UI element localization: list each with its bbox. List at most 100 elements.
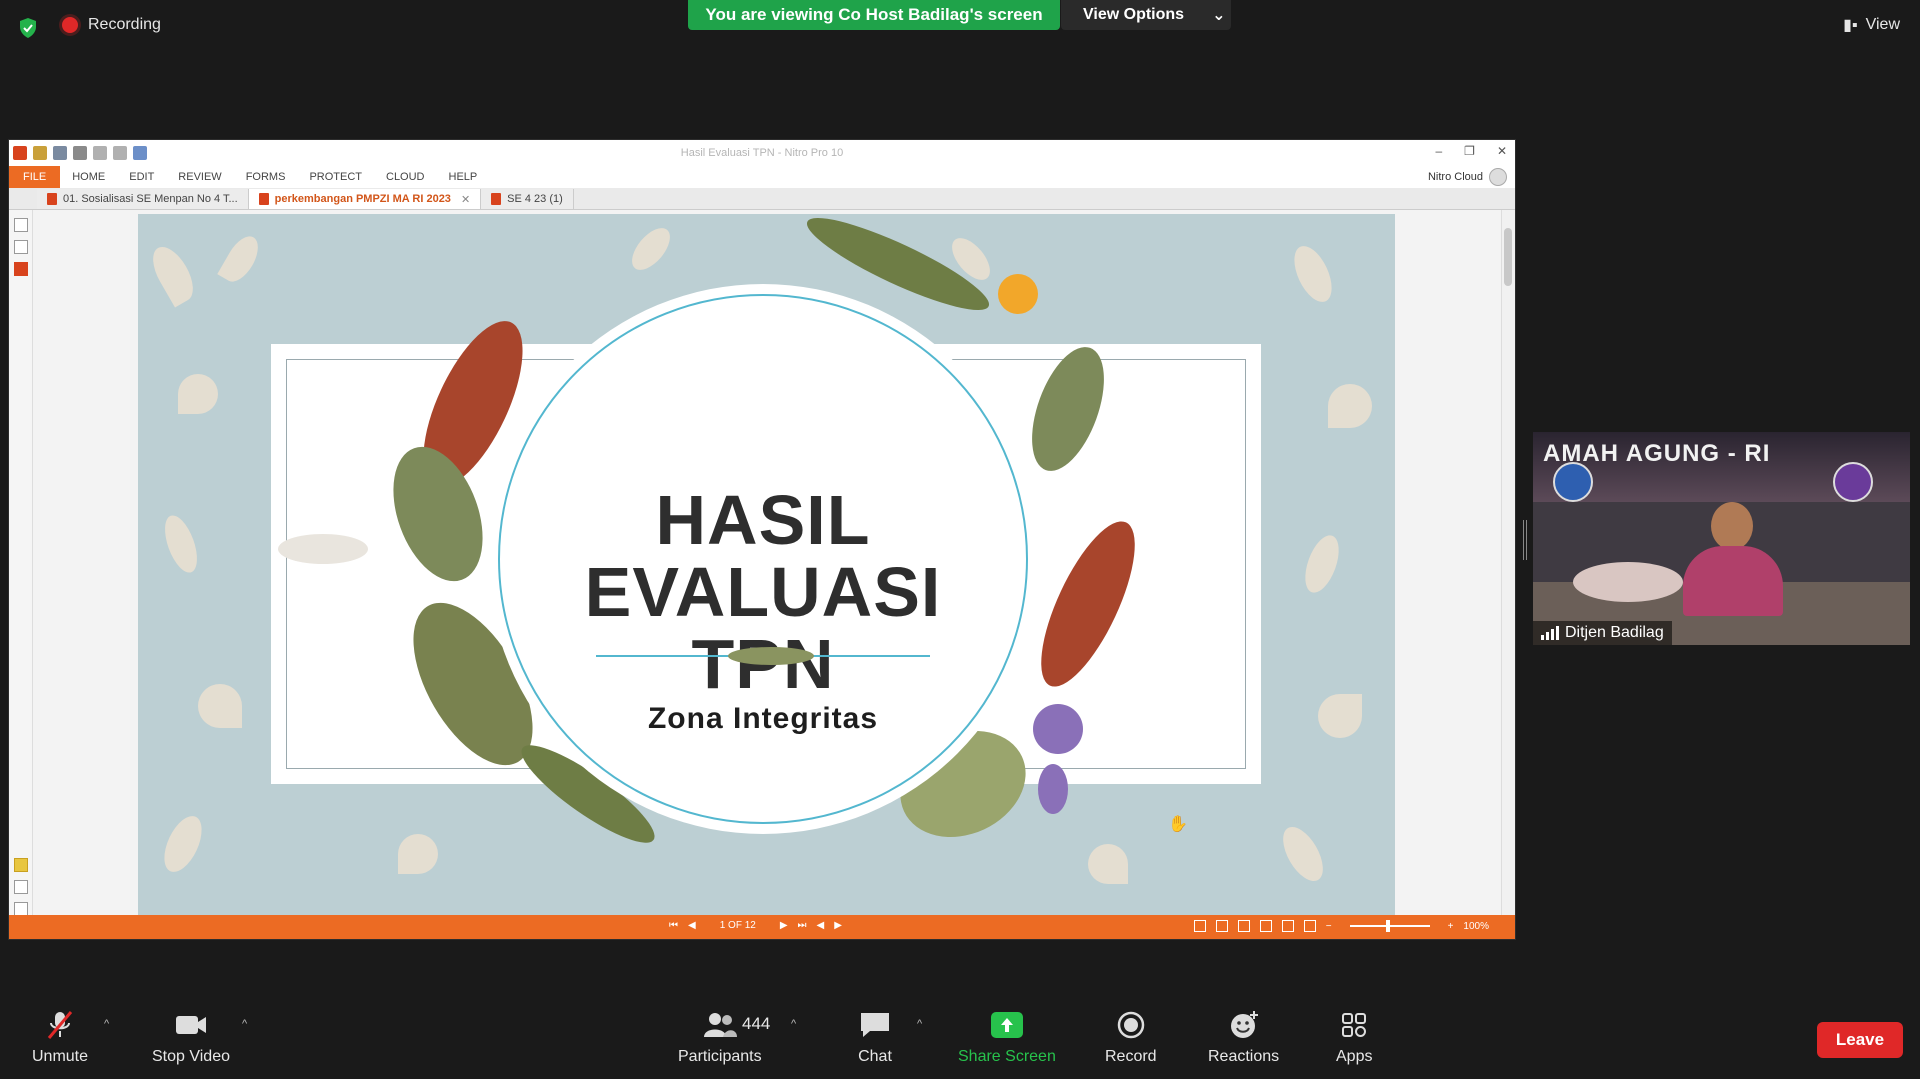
- zoom-out-icon[interactable]: −: [1326, 921, 1332, 932]
- previous-page-icon[interactable]: ◀: [688, 920, 696, 931]
- zoom-slider[interactable]: [1349, 920, 1430, 932]
- ribbon-tab-review[interactable]: REVIEW: [166, 166, 233, 188]
- zoom-in-icon[interactable]: +: [1448, 921, 1454, 932]
- background-leaf: [624, 221, 678, 277]
- background-leaf: [158, 511, 204, 577]
- background-paisley: [1318, 694, 1362, 738]
- doc-tab-label: perkembangan PMPZI MA RI 2023: [274, 193, 451, 205]
- fit-page-icon[interactable]: [1303, 920, 1316, 932]
- zoom-slider-knob[interactable]: [1385, 920, 1390, 932]
- orange-flower-decoration: [998, 274, 1038, 314]
- background-paisley: [178, 374, 218, 414]
- ribbon-tab-help[interactable]: HELP: [437, 166, 490, 188]
- signal-strength-icon: [1541, 626, 1559, 640]
- zoom-level[interactable]: 100%: [1463, 921, 1489, 932]
- participant-video-tile[interactable]: AMAH AGUNG - RI Ditjen Badilag: [1533, 432, 1910, 645]
- nitro-window-title: Hasil Evaluasi TPN - Nitro Pro 10: [680, 147, 844, 159]
- apps-label: Apps: [1336, 1048, 1373, 1065]
- speaker-person: [1683, 502, 1783, 616]
- unmute-button[interactable]: Unmute: [32, 1010, 88, 1066]
- page-indicator[interactable]: 1 OF 12: [720, 920, 756, 931]
- close-tab-icon[interactable]: ✕: [461, 193, 470, 206]
- fit-width-icon[interactable]: [1281, 920, 1294, 932]
- apps-grid-icon: [1342, 1013, 1367, 1037]
- output-panel-icon[interactable]: [14, 880, 28, 894]
- meeting-controls-toolbar: Unmute ^ Stop Video ^ Participants 444 ^…: [0, 1000, 1920, 1079]
- speaker-head: [1711, 502, 1753, 550]
- facing-view-icon[interactable]: [1237, 920, 1250, 932]
- audio-options-caret-icon[interactable]: ^: [104, 1018, 109, 1030]
- ribbon-tab-protect[interactable]: PROTECT: [297, 166, 374, 188]
- doc-tab-se-4-23[interactable]: SE 4 23 (1): [481, 189, 574, 209]
- quick-access-toolbar: [9, 146, 147, 160]
- single-page-view-icon[interactable]: [1193, 920, 1206, 932]
- doc-tab-perkembangan[interactable]: perkembangan PMPZI MA RI 2023 ✕: [248, 189, 482, 209]
- restore-icon[interactable]: ❐: [1464, 144, 1475, 158]
- leave-button[interactable]: Leave: [1817, 1022, 1903, 1058]
- ribbon-tab-edit[interactable]: EDIT: [117, 166, 166, 188]
- comments-panel-icon[interactable]: [14, 858, 28, 872]
- meeting-top-bar: Recording You are viewing Co Host Badila…: [0, 0, 1920, 56]
- participants-label: Participants: [678, 1048, 762, 1065]
- participant-name-label: Ditjen Badilag: [1533, 621, 1672, 645]
- undo-icon[interactable]: [93, 146, 107, 160]
- video-options-caret-icon[interactable]: ^: [242, 1018, 247, 1030]
- apps-button[interactable]: Apps: [1336, 1010, 1372, 1066]
- share-screen-button[interactable]: Share Screen: [958, 1010, 1056, 1066]
- save-icon[interactable]: [53, 146, 67, 160]
- panel-splitter-handle[interactable]: [1523, 520, 1527, 560]
- last-page-icon[interactable]: ⏭: [798, 920, 807, 931]
- ribbon-tab-home[interactable]: HOME: [60, 166, 117, 188]
- first-page-icon[interactable]: ⏮: [669, 920, 678, 931]
- purple-flower-decoration: [1033, 704, 1083, 754]
- nitro-cloud-account[interactable]: Nitro Cloud: [1428, 168, 1507, 186]
- vertical-scrollbar[interactable]: [1501, 210, 1515, 916]
- back-icon[interactable]: ◀: [817, 920, 825, 931]
- reactions-label: Reactions: [1208, 1048, 1280, 1065]
- background-paisley: [1328, 384, 1372, 428]
- open-folder-icon[interactable]: [33, 146, 47, 160]
- minimize-icon[interactable]: –: [1435, 144, 1442, 158]
- view-button[interactable]: ▮▪ View: [1843, 15, 1900, 35]
- nitro-cloud-label: Nitro Cloud: [1427, 171, 1483, 183]
- recording-indicator[interactable]: Recording: [62, 16, 161, 34]
- slide-title-line-2: EVALUASI TPN: [584, 553, 942, 700]
- record-button[interactable]: Record: [1105, 1010, 1157, 1066]
- participants-options-caret-icon[interactable]: ^: [791, 1018, 796, 1030]
- chevron-down-icon: ⌄: [1212, 7, 1226, 24]
- properties-panel-icon[interactable]: [14, 902, 28, 916]
- play-icon[interactable]: ▶: [780, 920, 788, 931]
- document-tabs: 01. Sosialisasi SE Menpan No 4 T... perk…: [9, 188, 1515, 210]
- close-icon[interactable]: ✕: [1497, 144, 1507, 158]
- attachments-panel-icon[interactable]: [14, 262, 28, 276]
- ribbon-tab-file[interactable]: FILE: [9, 166, 61, 188]
- chat-button[interactable]: Chat: [858, 1010, 892, 1066]
- speaker-body: [1683, 546, 1783, 616]
- background-leaf: [1275, 820, 1331, 888]
- forward-icon[interactable]: ▶: [834, 920, 842, 931]
- unmute-label: Unmute: [32, 1048, 89, 1065]
- view-options-button[interactable]: View Options ⌄: [1061, 0, 1231, 30]
- facing-continuous-view-icon[interactable]: [1259, 920, 1272, 932]
- nitro-title-bar: Hasil Evaluasi TPN - Nitro Pro 10 – ❐ ✕: [9, 140, 1515, 166]
- shield-check-icon[interactable]: [18, 17, 38, 39]
- pages-panel-icon[interactable]: [14, 218, 28, 232]
- white-flower-decoration: [278, 534, 368, 564]
- doc-tab-sosialisasi[interactable]: 01. Sosialisasi SE Menpan No 4 T...: [37, 189, 249, 209]
- pdf-file-icon: [47, 193, 57, 205]
- select-tool-icon[interactable]: [133, 146, 147, 160]
- purple-flower-decoration: [1038, 764, 1068, 814]
- record-label: Record: [1105, 1048, 1157, 1065]
- ribbon-tab-cloud[interactable]: CLOUD: [374, 166, 437, 188]
- hand-cursor-icon: ✋: [1168, 816, 1188, 833]
- continuous-view-icon[interactable]: [1215, 920, 1228, 932]
- chat-options-caret-icon[interactable]: ^: [917, 1018, 922, 1030]
- redo-icon[interactable]: [113, 146, 127, 160]
- window-controls: – ❐ ✕: [1435, 144, 1507, 158]
- bookmarks-panel-icon[interactable]: [14, 240, 28, 254]
- reactions-button[interactable]: Reactions: [1208, 1010, 1279, 1066]
- stop-video-button[interactable]: Stop Video: [152, 1010, 230, 1066]
- ribbon-tab-forms[interactable]: FORMS: [234, 166, 298, 188]
- print-icon[interactable]: [73, 146, 87, 160]
- scrollbar-thumb[interactable]: [1504, 228, 1512, 286]
